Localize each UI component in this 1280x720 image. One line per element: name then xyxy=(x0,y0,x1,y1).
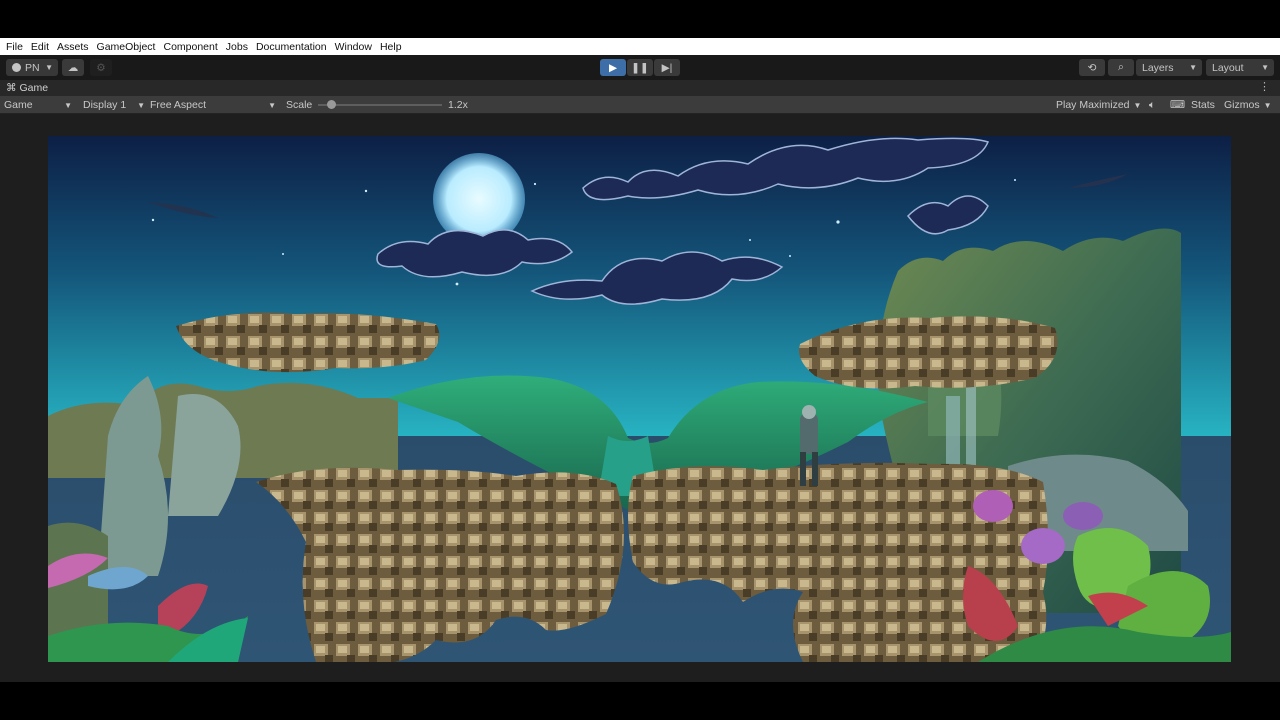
speaker-icon: 🔈︎ xyxy=(1149,98,1156,111)
display-dropdown[interactable]: Display 1 ▼ xyxy=(83,98,145,112)
aspect-dropdown[interactable]: Free Aspect ▼ xyxy=(150,98,278,112)
tab-bar: ⌘ Game ⋮ xyxy=(0,80,1280,96)
view-mode-dropdown[interactable]: Game ▼ xyxy=(4,98,74,112)
game-view-controls: Game ▼ Display 1 ▼ Free Aspect ▼ Scale 1… xyxy=(0,96,1280,114)
play-mode-label: Play Maximized xyxy=(1056,99,1130,111)
aspect-label: Free Aspect xyxy=(150,99,207,111)
chevron-down-icon: ▼ xyxy=(1133,100,1142,110)
layers-label: Layers xyxy=(1142,61,1174,74)
chevron-down-icon: ▼ xyxy=(1189,63,1197,72)
collab-icon: ⚙ xyxy=(96,61,106,74)
pause-icon: ❚❚ xyxy=(631,61,649,74)
video-letterbox-bottom xyxy=(0,682,1280,720)
menu-file[interactable]: File xyxy=(2,41,27,53)
view-mode-label: Game xyxy=(4,99,33,111)
mute-audio-button[interactable]: 🔈︎ xyxy=(1149,98,1155,112)
main-toolbar: PN ▼ ☁ ⚙ ▶ ❚❚ ▶| ⟲ ⌕ Layers ▼ Layout ▼ xyxy=(0,55,1280,80)
chevron-down-icon: ▼ xyxy=(137,100,145,110)
account-label: PN xyxy=(25,61,40,74)
menu-help[interactable]: Help xyxy=(376,41,406,53)
layout-dropdown[interactable]: Layout ▼ xyxy=(1206,59,1274,76)
gizmos-dropdown[interactable]: Gizmos ▼ xyxy=(1224,98,1272,112)
tab-game[interactable]: ⌘ Game xyxy=(0,82,48,94)
scale-slider-handle[interactable] xyxy=(327,100,336,109)
search-button[interactable]: ⌕ xyxy=(1108,59,1134,76)
cloud-button[interactable]: ☁ xyxy=(62,59,84,76)
game-render-viewport[interactable] xyxy=(48,136,1231,662)
chevron-down-icon: ▼ xyxy=(268,100,276,110)
menu-assets[interactable]: Assets xyxy=(53,41,93,53)
play-icon: ▶ xyxy=(608,61,618,74)
search-icon: ⌕ xyxy=(1118,61,1124,73)
chevron-down-icon: ▼ xyxy=(45,63,53,72)
layers-dropdown[interactable]: Layers ▼ xyxy=(1136,59,1202,76)
stats-button[interactable]: Stats xyxy=(1191,98,1215,112)
gizmos-label: Gizmos xyxy=(1224,99,1260,111)
step-button[interactable]: ▶| xyxy=(654,59,680,76)
menu-edit[interactable]: Edit xyxy=(27,41,53,53)
history-icon: ⟲ xyxy=(1087,61,1097,74)
gamepad-icon: ⌘ xyxy=(6,82,17,94)
chevron-down-icon: ▼ xyxy=(64,100,72,110)
menu-documentation[interactable]: Documentation xyxy=(252,41,331,53)
step-icon: ▶| xyxy=(661,61,673,74)
layout-label: Layout xyxy=(1212,61,1244,74)
play-button[interactable]: ▶ xyxy=(600,59,626,76)
play-mode-dropdown[interactable]: Play Maximized ▼ xyxy=(1056,98,1141,112)
collab-button[interactable]: ⚙ xyxy=(90,59,112,76)
menu-bar: File Edit Assets GameObject Component Jo… xyxy=(0,38,1280,55)
menu-jobs[interactable]: Jobs xyxy=(222,41,252,53)
menu-component[interactable]: Component xyxy=(159,41,221,53)
video-letterbox-top xyxy=(0,0,1280,38)
shortcuts-button[interactable]: ⌨ xyxy=(1170,98,1185,112)
account-icon xyxy=(12,63,21,72)
menu-gameobject[interactable]: GameObject xyxy=(93,41,160,53)
chevron-down-icon: ▼ xyxy=(1263,100,1272,110)
chevron-down-icon: ▼ xyxy=(1261,63,1269,72)
cloud-icon: ☁ xyxy=(67,61,79,74)
keyboard-icon: ⌨ xyxy=(1170,99,1186,111)
account-dropdown[interactable]: PN ▼ xyxy=(6,59,58,76)
more-options-icon[interactable]: ⋮ xyxy=(1259,80,1270,93)
scale-slider[interactable] xyxy=(318,98,442,112)
tab-game-label: Game xyxy=(19,82,49,94)
scale-value: 1.2x xyxy=(448,99,468,111)
pause-button[interactable]: ❚❚ xyxy=(627,59,653,76)
display-label: Display 1 xyxy=(83,99,127,111)
menu-window[interactable]: Window xyxy=(331,41,376,53)
scale-slider-track xyxy=(318,104,442,106)
history-button[interactable]: ⟲ xyxy=(1079,59,1105,76)
scale-label: Scale xyxy=(286,99,313,111)
